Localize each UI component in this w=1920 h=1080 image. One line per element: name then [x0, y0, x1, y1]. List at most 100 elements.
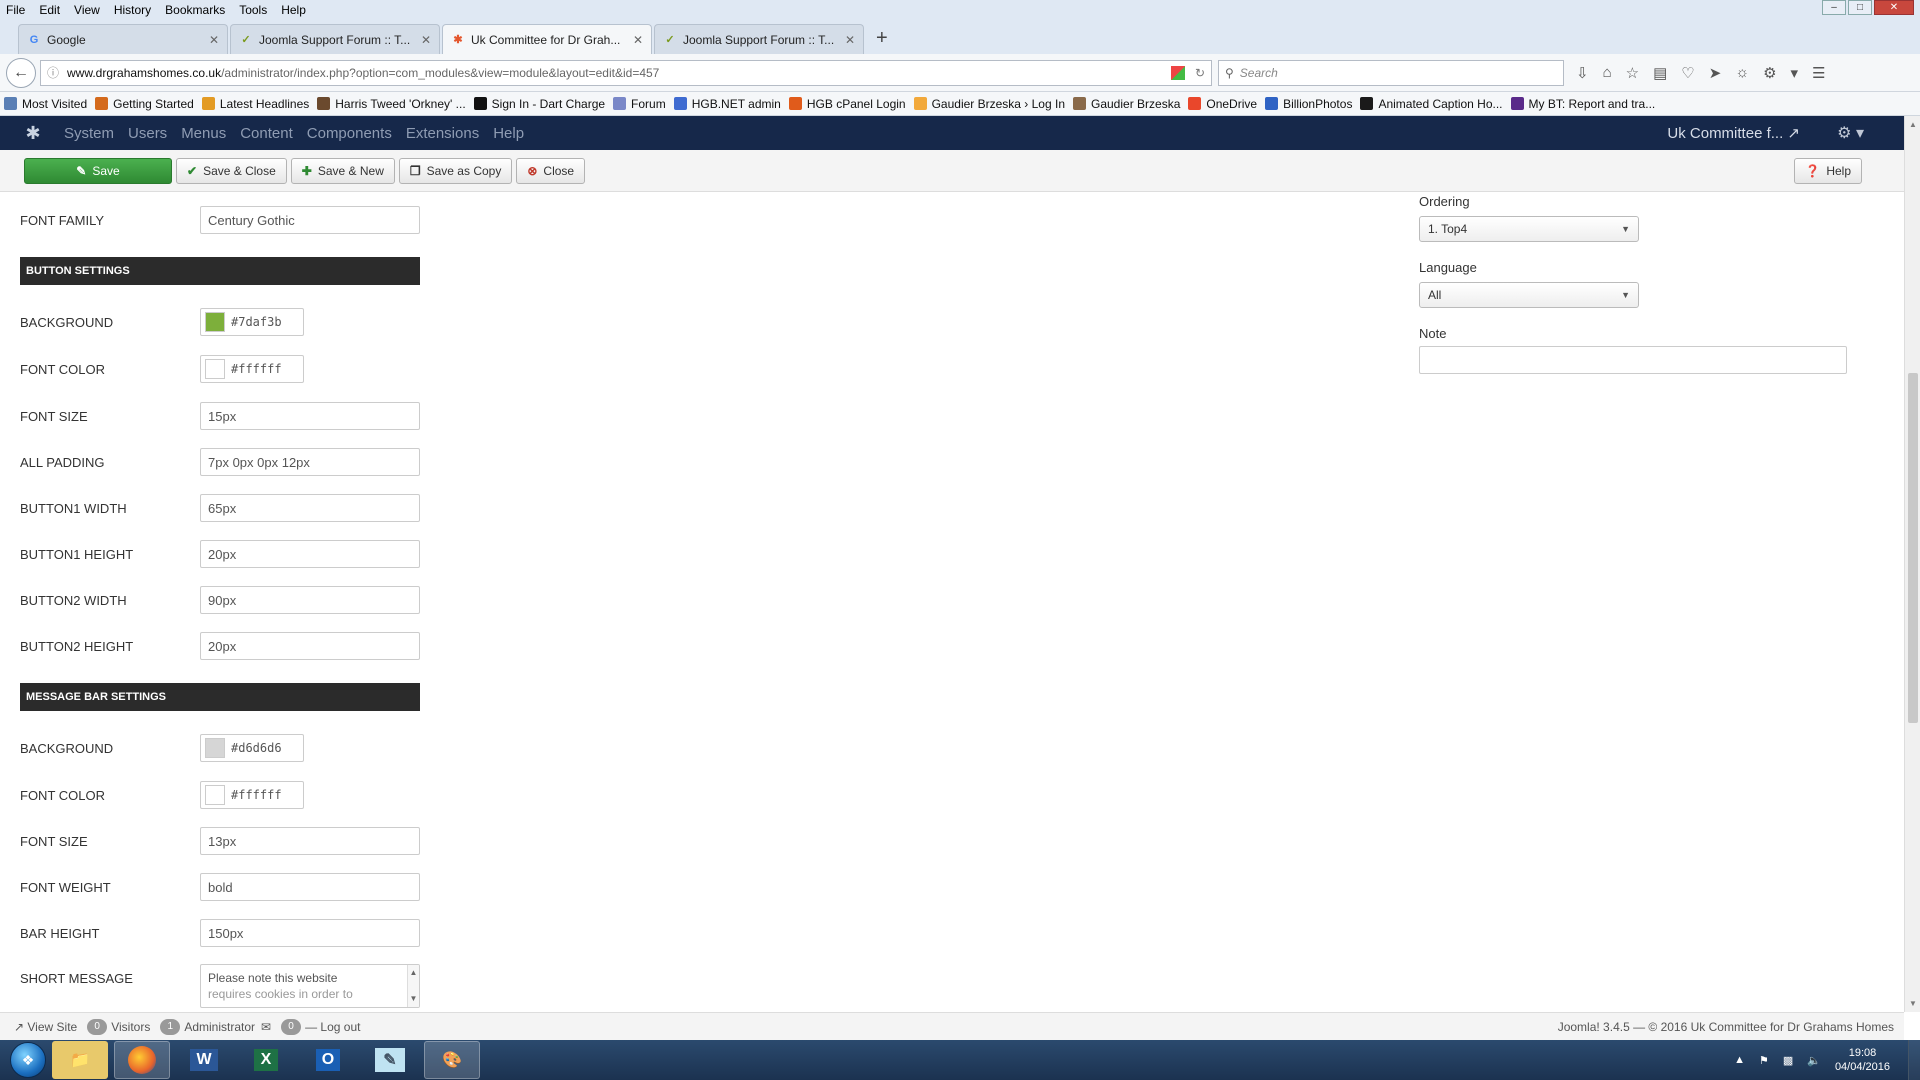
bookmark-item[interactable]: Animated Caption Ho...	[1360, 97, 1503, 111]
nav-content[interactable]: Content	[240, 125, 293, 142]
bookmark-item[interactable]: BillionPhotos	[1265, 97, 1352, 111]
bookmark-item[interactable]: Most Visited	[4, 97, 87, 111]
excel-icon[interactable]: X	[238, 1041, 294, 1079]
close-button[interactable]: ⊗ Close	[516, 157, 586, 184]
message-background-color-input[interactable]: #d6d6d6	[200, 734, 304, 762]
file-explorer-icon[interactable]: 📁	[52, 1041, 108, 1079]
menu-edit[interactable]: Edit	[39, 3, 60, 17]
plugin-icon[interactable]	[1170, 65, 1185, 80]
font-family-input[interactable]: Century Gothic	[200, 206, 420, 234]
short-message-textarea[interactable]: Please note this website requires cookie…	[200, 964, 420, 1008]
logout-link[interactable]: Log out	[320, 1020, 360, 1034]
joomla-logo-icon[interactable]: ✱	[16, 123, 50, 144]
info-icon[interactable]: ⓘ	[47, 64, 59, 81]
tab-uk-committee[interactable]: ✱ Uk Committee for Dr Grah... ✕	[442, 24, 652, 54]
administrator-label[interactable]: Administrator	[184, 1020, 255, 1034]
chat-icon[interactable]: ☼	[1735, 64, 1749, 82]
scroll-down-icon[interactable]: ▼	[1909, 999, 1917, 1008]
view-site-link[interactable]: View Site	[27, 1020, 77, 1034]
button1-height-input[interactable]: 20px	[200, 540, 420, 568]
site-name-link[interactable]: Uk Committee f... ↗	[1667, 124, 1800, 142]
nav-help[interactable]: Help	[493, 125, 524, 142]
page-scrollbar[interactable]: ▲ ▼	[1904, 116, 1920, 1012]
address-bar[interactable]: ⓘ www.drgrahamshomes.co.uk/administrator…	[40, 59, 1212, 86]
bookmark-item[interactable]: HGB cPanel Login	[788, 97, 906, 111]
clock[interactable]: 19:08 04/04/2016	[1835, 1046, 1890, 1074]
message-font-color-input[interactable]: #ffffff	[200, 781, 304, 809]
bookmark-item[interactable]: Latest Headlines	[201, 97, 309, 111]
back-icon[interactable]: ←	[6, 57, 36, 88]
show-desktop-button[interactable]	[1908, 1040, 1920, 1080]
bookmark-item[interactable]: My BT: Report and tra...	[1510, 97, 1655, 111]
menu-view[interactable]: View	[74, 3, 100, 17]
dropdown-icon[interactable]: ▾	[1791, 64, 1799, 82]
search-input[interactable]: ⚲ Search	[1218, 59, 1564, 86]
nav-extensions[interactable]: Extensions	[406, 125, 479, 142]
firefox-icon[interactable]	[114, 1041, 170, 1079]
tab-joomla-forum-1[interactable]: ✓ Joomla Support Forum :: T... ✕	[230, 24, 440, 54]
word-icon[interactable]: W	[176, 1041, 232, 1079]
button-background-color-input[interactable]: #7daf3b	[200, 308, 304, 336]
network-icon[interactable]: ▩	[1783, 1054, 1793, 1067]
button2-height-input[interactable]: 20px	[200, 632, 420, 660]
button1-width-input[interactable]: 65px	[200, 494, 420, 522]
menu-bookmarks[interactable]: Bookmarks	[165, 3, 225, 17]
close-window-icon[interactable]: ✕	[1874, 0, 1914, 15]
save-new-button[interactable]: ✚ Save & New	[290, 157, 395, 184]
visitors-label[interactable]: Visitors	[111, 1020, 150, 1034]
pocket-icon[interactable]: ♡	[1681, 64, 1694, 82]
notepad-icon[interactable]: ✎	[362, 1041, 418, 1079]
save-button[interactable]: ✎ Save	[24, 157, 172, 184]
tab-google[interactable]: G Google ✕	[18, 24, 228, 54]
menu-help[interactable]: Help	[281, 3, 306, 17]
scrollbar-thumb[interactable]	[1908, 373, 1918, 723]
bar-height-input[interactable]: 150px	[200, 919, 420, 947]
scroll-up-icon[interactable]: ▲	[1909, 120, 1917, 129]
maximize-icon[interactable]: □	[1848, 0, 1872, 15]
textarea-scrollbar[interactable]: ▲ ▼	[407, 965, 419, 1007]
tab-joomla-forum-2[interactable]: ✓ Joomla Support Forum :: T... ✕	[654, 24, 864, 54]
menu-history[interactable]: History	[114, 3, 151, 17]
home-icon[interactable]: ⌂	[1603, 64, 1612, 82]
tray-expand-icon[interactable]: ▲	[1734, 1054, 1745, 1066]
color-swatch[interactable]	[205, 312, 225, 332]
scroll-down-icon[interactable]: ▼	[410, 991, 418, 1007]
color-swatch[interactable]	[205, 738, 225, 758]
tab-close-icon[interactable]: ✕	[209, 33, 219, 47]
extension-icon[interactable]: ⚙	[1763, 64, 1776, 82]
bookmark-item[interactable]: Gaudier Brzeska › Log In	[913, 97, 1065, 111]
nav-system[interactable]: System	[64, 125, 114, 142]
reload-icon[interactable]: ↻	[1195, 66, 1205, 80]
menu-tools[interactable]: Tools	[239, 3, 267, 17]
bookmark-item[interactable]: OneDrive	[1188, 97, 1257, 111]
tab-close-icon[interactable]: ✕	[845, 33, 855, 47]
hamburger-menu-icon[interactable]: ☰	[1812, 64, 1825, 82]
button2-width-input[interactable]: 90px	[200, 586, 420, 614]
bookmark-item[interactable]: Harris Tweed 'Orkney' ...	[317, 97, 466, 111]
minimize-icon[interactable]: –	[1822, 0, 1846, 15]
start-button-icon[interactable]: ❖	[10, 1042, 46, 1078]
button-font-size-input[interactable]: 15px	[200, 402, 420, 430]
message-font-size-input[interactable]: 13px	[200, 827, 420, 855]
button-font-color-input[interactable]: #ffffff	[200, 355, 304, 383]
paint-icon[interactable]: 🎨	[424, 1041, 480, 1079]
bookmark-item[interactable]: Forum	[613, 97, 666, 111]
scroll-up-icon[interactable]: ▲	[410, 965, 418, 981]
bookmark-item[interactable]: HGB.NET admin	[673, 97, 781, 111]
reading-list-icon[interactable]: ▤	[1653, 64, 1667, 82]
gear-icon[interactable]: ⚙ ▾	[1837, 123, 1864, 143]
bookmark-item[interactable]: Getting Started	[95, 97, 194, 111]
menu-file[interactable]: File	[6, 3, 25, 17]
tab-close-icon[interactable]: ✕	[421, 33, 431, 47]
all-padding-input[interactable]: 7px 0px 0px 12px	[200, 448, 420, 476]
help-button[interactable]: ❓ Help	[1794, 157, 1862, 184]
note-input[interactable]	[1419, 346, 1847, 374]
send-icon[interactable]: ➤	[1709, 64, 1722, 82]
nav-menus[interactable]: Menus	[181, 125, 226, 142]
save-close-button[interactable]: ✔ Save & Close	[176, 157, 287, 184]
language-select[interactable]: All ▼	[1419, 282, 1639, 308]
bookmark-item[interactable]: Gaudier Brzeska	[1073, 97, 1180, 111]
nav-users[interactable]: Users	[128, 125, 167, 142]
action-center-flag-icon[interactable]: ⚑	[1759, 1054, 1769, 1067]
download-icon[interactable]: ⇩	[1576, 64, 1589, 82]
